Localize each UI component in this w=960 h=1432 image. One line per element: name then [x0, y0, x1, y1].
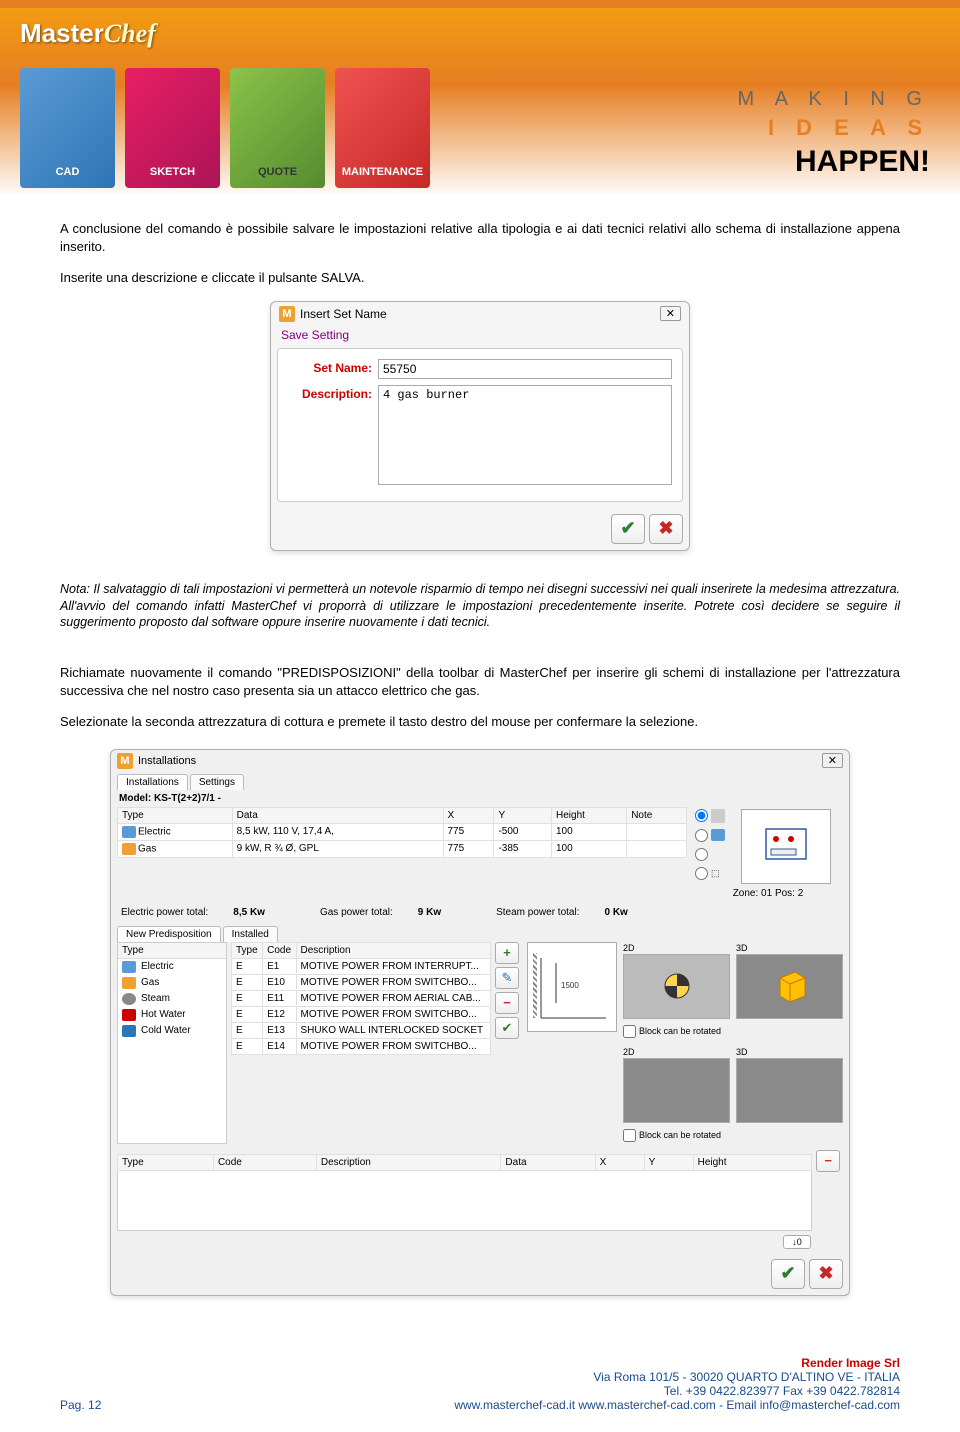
paragraph-1: A conclusione del comando è possibile sa… — [60, 220, 900, 255]
setname-input[interactable] — [378, 359, 672, 379]
tab-installed[interactable]: Installed — [223, 926, 278, 942]
rotate-checkbox[interactable]: Block can be rotated — [623, 1023, 843, 1040]
hotwater-icon — [122, 1009, 136, 1021]
edit-button[interactable]: ✎ — [495, 967, 519, 989]
insert-set-name-dialog: M Insert Set Name ✕ Save Setting Set Nam… — [270, 301, 690, 551]
table-row[interactable]: EE13SHUKO WALL INTERLOCKED SOCKET — [232, 1022, 491, 1038]
logo: MasterChef — [20, 18, 156, 49]
dialog-titlebar: M Insert Set Name ✕ — [271, 302, 689, 326]
remove-selected-button[interactable]: − — [816, 1150, 840, 1172]
block-2d-preview-2 — [623, 1058, 730, 1123]
model-label: Model: KS-T(2+2)7/1 - — [111, 790, 849, 807]
gas-icon — [122, 843, 136, 855]
block-3d-preview-2 — [736, 1058, 843, 1123]
electric-icon — [122, 961, 136, 973]
table-row[interactable]: EE1MOTIVE POWER FROM INTERRUPT... — [232, 958, 491, 974]
tab-new-predisposition[interactable]: New Predisposition — [117, 926, 221, 942]
setname-label: Set Name: — [288, 359, 378, 375]
radio-option[interactable]: ⬚ — [695, 867, 727, 880]
paragraph-4: Selezionate la seconda attrezzatura di c… — [60, 713, 900, 731]
delete-button[interactable]: − — [495, 992, 519, 1014]
ok-button[interactable]: ✔ — [771, 1259, 805, 1289]
electric-icon — [122, 826, 136, 838]
ok-button[interactable]: ✔ — [611, 514, 645, 544]
table-row[interactable]: EE10MOTIVE POWER FROM SWITCHBO... — [232, 974, 491, 990]
dialog-subtitle: Save Setting — [271, 326, 689, 348]
address: Via Roma 101/5 - 30020 QUARTO D'ALTINO V… — [454, 1370, 900, 1384]
cube-3d-icon — [770, 966, 810, 1006]
block-3d-label: 3D — [736, 942, 843, 954]
equipment-icon — [761, 824, 811, 869]
description-label: Description: — [288, 385, 378, 401]
header-banner: MasterChef CAD SKETCH QUOTE MAINTENANCE … — [0, 0, 960, 195]
installations-dialog: M Installations ✕ Installations Settings… — [110, 749, 850, 1296]
table-row[interactable]: Gas 9 kW, R ¾ Ø, GPL775 -385100 — [118, 840, 687, 857]
marker-2d-icon — [662, 971, 692, 1001]
tab-settings[interactable]: Settings — [190, 774, 244, 790]
selected-table: TypeCode DescriptionData XY Height — [117, 1154, 812, 1231]
block-2d-preview — [623, 954, 730, 1019]
view-radios: ⬚ — [693, 807, 729, 886]
coldwater-icon — [122, 1025, 136, 1037]
close-button[interactable]: ✕ — [660, 306, 681, 321]
paragraph-2: Inserite una descrizione e cliccate il p… — [60, 269, 900, 287]
list-item[interactable]: Hot Water — [118, 1007, 226, 1023]
dialog-title: Insert Set Name — [300, 307, 387, 321]
box-sketch: SKETCH — [125, 68, 220, 188]
table-row[interactable]: EE12MOTIVE POWER FROM SWITCHBO... — [232, 1006, 491, 1022]
table-row[interactable]: Electric 8,5 kW, 110 V, 17,4 A,775 -5001… — [118, 823, 687, 840]
table-row[interactable]: EE11MOTIVE POWER FROM AERIAL CAB... — [232, 990, 491, 1006]
block-3d-preview — [736, 954, 843, 1019]
list-item[interactable]: Gas — [118, 975, 226, 991]
note-paragraph: Nota: Il salvataggio di tali impostazion… — [60, 581, 900, 632]
schematic-preview: 1500 — [527, 942, 617, 1032]
tab-installations[interactable]: Installations — [117, 774, 188, 790]
app-icon: M — [117, 753, 133, 769]
app-icon: M — [279, 306, 295, 322]
predisposition-table: TypeCodeDescription EE1MOTIVE POWER FROM… — [231, 942, 491, 1055]
dialog2-titlebar: M Installations ✕ — [111, 750, 849, 772]
list-item[interactable]: Cold Water — [118, 1023, 226, 1039]
dialog2-title: Installations — [138, 755, 196, 767]
radio-option[interactable] — [695, 809, 727, 823]
radio-option[interactable] — [695, 829, 727, 842]
description-input[interactable]: 4 gas burner — [378, 385, 672, 485]
zone-label: Zone: 01 Pos: 2 — [693, 886, 843, 901]
steam-icon — [122, 993, 136, 1005]
page-footer: Pag. 12 Render Image Srl Via Roma 101/5 … — [0, 1316, 960, 1432]
coord-input[interactable]: ↓0 — [783, 1235, 811, 1249]
box-cad: CAD — [20, 68, 115, 188]
cancel-button[interactable]: ✖ — [809, 1259, 843, 1289]
block-2d-label: 2D — [623, 942, 730, 954]
box-quote: QUOTE — [230, 68, 325, 188]
box-maint: MAINTENANCE — [335, 68, 430, 188]
tagline: M A K I N G I D E A S HAPPEN! — [738, 88, 930, 179]
company-name: Render Image Srl — [454, 1356, 900, 1370]
list-item[interactable]: Steam — [118, 991, 226, 1007]
gas-icon — [122, 977, 136, 989]
radio-option[interactable] — [695, 848, 727, 861]
svg-text:1500: 1500 — [561, 981, 579, 990]
preview-thumbnail — [741, 809, 831, 884]
rotate-checkbox-2[interactable]: Block can be rotated — [623, 1127, 843, 1144]
page-content: A conclusione del comando è possibile sa… — [0, 195, 960, 1316]
phone: Tel. +39 0422.823977 Fax +39 0422.782814 — [454, 1384, 900, 1398]
confirm-button[interactable]: ✔ — [495, 1017, 519, 1039]
page-number: Pag. 12 — [60, 1398, 101, 1412]
close-button[interactable]: ✕ — [822, 753, 843, 768]
list-item[interactable]: Electric — [118, 959, 226, 975]
add-button[interactable]: + — [495, 942, 519, 964]
paragraph-3: Richiamate nuovamente il comando "PREDIS… — [60, 664, 900, 699]
totals-row: Electric power total: 8,5 Kw Gas power t… — [111, 901, 849, 924]
cancel-button[interactable]: ✖ — [649, 514, 683, 544]
web-email: www.masterchef-cad.it www.masterchef-cad… — [454, 1398, 900, 1412]
table-row[interactable]: EE14MOTIVE POWER FROM SWITCHBO... — [232, 1038, 491, 1054]
installations-table: TypeData XY HeightNote Electric 8,5 kW, … — [117, 807, 687, 858]
type-list: Type Electric Gas Steam Hot Water Cold W… — [117, 942, 227, 1144]
product-boxes: CAD SKETCH QUOTE MAINTENANCE — [20, 68, 430, 188]
